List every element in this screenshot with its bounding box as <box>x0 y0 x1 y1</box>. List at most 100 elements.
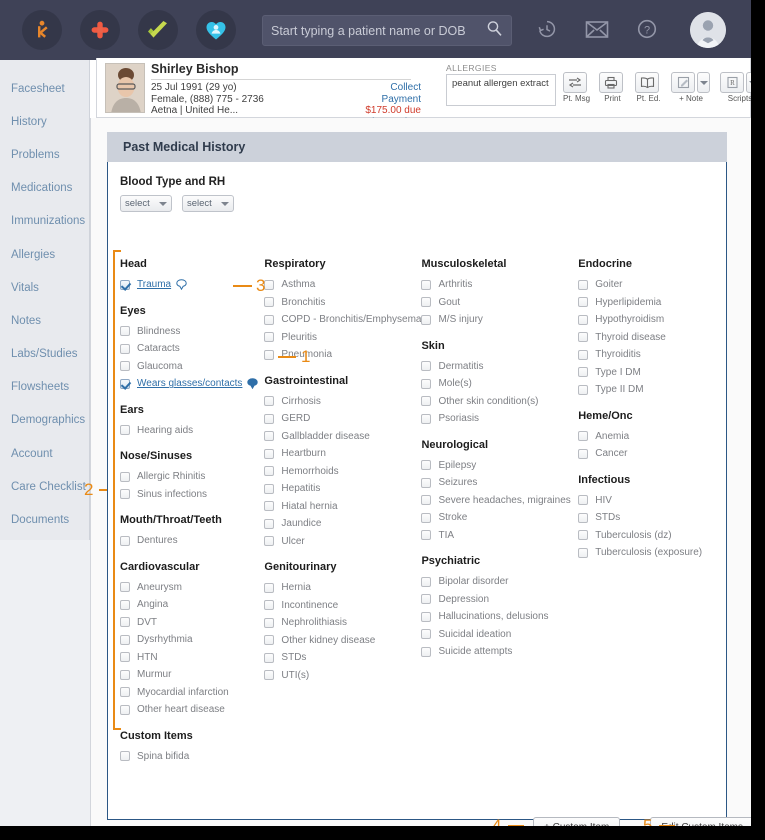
condition-checkbox-row[interactable]: Dentures <box>120 532 264 550</box>
sidebar-item-account[interactable]: Account <box>0 437 89 470</box>
sidebar-item-notes[interactable]: Notes <box>0 304 89 337</box>
checkbox-unchecked[interactable] <box>120 704 130 715</box>
checkbox-unchecked[interactable] <box>421 297 432 308</box>
condition-checkbox-row[interactable]: Epilepsy <box>421 457 578 475</box>
condition-checkbox-row[interactable]: Tuberculosis (dz) <box>578 527 716 545</box>
checkbox-unchecked[interactable] <box>120 535 130 546</box>
printer-icon[interactable] <box>599 72 623 93</box>
condition-checkbox-row[interactable]: Hiatal hernia <box>264 498 421 516</box>
history-clock-icon[interactable] <box>533 14 561 44</box>
condition-checkbox-row[interactable]: Type II DM <box>578 381 716 399</box>
checkbox-unchecked[interactable] <box>421 279 432 290</box>
checkbox-unchecked[interactable] <box>120 599 130 610</box>
sidebar-item-immunizations[interactable]: Immunizations <box>0 205 89 238</box>
checkbox-unchecked[interactable] <box>421 646 432 657</box>
condition-checkbox-row[interactable]: UTI(s) <box>264 667 421 685</box>
condition-checkbox-row[interactable]: Angina <box>120 596 264 614</box>
search-input-placeholder[interactable]: Start typing a patient name or DOB <box>271 24 486 38</box>
checkbox-unchecked[interactable] <box>578 495 589 506</box>
checkbox-unchecked[interactable] <box>120 326 130 337</box>
sidebar-item-demographics[interactable]: Demographics <box>0 404 89 437</box>
sidebar-item-facesheet[interactable]: Facesheet <box>0 72 89 105</box>
condition-checkbox-row[interactable]: Seizures <box>421 474 578 492</box>
sidebar-item-care-checklist[interactable]: Care Checklist <box>0 470 89 503</box>
condition-checkbox-row[interactable]: Tuberculosis (exposure) <box>578 544 716 562</box>
toolbar-item-pt-ed[interactable]: Pt. Ed. <box>635 72 662 103</box>
checkbox-unchecked[interactable] <box>421 530 432 541</box>
patient-search-box[interactable]: Start typing a patient name or DOB <box>262 15 512 46</box>
condition-checkbox-row[interactable]: Hyperlipidemia <box>578 294 716 312</box>
checkbox-unchecked[interactable] <box>120 687 130 698</box>
condition-checkbox-row[interactable]: Spina bifida <box>120 748 264 766</box>
checkbox-unchecked[interactable] <box>421 611 432 622</box>
checkbox-unchecked[interactable] <box>421 413 432 424</box>
checkbox-unchecked[interactable] <box>120 471 130 482</box>
condition-label[interactable]: Trauma <box>137 279 171 290</box>
blood-type-select[interactable]: select <box>120 195 172 212</box>
cross-logo-icon[interactable] <box>80 10 120 50</box>
condition-checkbox-row[interactable]: Hernia <box>264 579 421 597</box>
condition-checkbox-row[interactable]: Other heart disease <box>120 701 264 719</box>
checkbox-unchecked[interactable] <box>578 297 589 308</box>
checkbox-unchecked[interactable] <box>120 489 130 500</box>
checkbox-unchecked[interactable] <box>421 629 432 640</box>
toolbar-item-print[interactable]: Print <box>599 72 626 103</box>
condition-checkbox-row[interactable]: Goiter <box>578 276 716 294</box>
checkbox-unchecked[interactable] <box>120 634 130 645</box>
condition-checkbox-row[interactable]: Other skin condition(s) <box>421 393 578 411</box>
checkbox-unchecked[interactable] <box>264 279 275 290</box>
condition-checkbox-row[interactable]: Hearing aids <box>120 422 264 440</box>
sidebar-item-labs-studies[interactable]: Labs/Studies <box>0 338 89 371</box>
checkbox-unchecked[interactable] <box>264 314 275 325</box>
checkbox-unchecked[interactable] <box>578 367 589 378</box>
condition-checkbox-row[interactable]: Severe headaches, migraines <box>421 492 578 510</box>
condition-checkbox-row[interactable]: Wears glasses/contacts <box>120 375 264 393</box>
condition-checkbox-row[interactable]: STDs <box>578 509 716 527</box>
checkbox-unchecked[interactable] <box>578 547 589 558</box>
condition-checkbox-row[interactable]: Bipolar disorder <box>421 573 578 591</box>
checkbox-unchecked[interactable] <box>264 670 275 681</box>
condition-checkbox-row[interactable]: Mole(s) <box>421 375 578 393</box>
condition-checkbox-row[interactable]: Allergic Rhinitis <box>120 468 264 486</box>
checkbox-unchecked[interactable] <box>264 431 275 442</box>
checkbox-unchecked[interactable] <box>421 477 432 488</box>
checkbox-unchecked[interactable] <box>421 396 432 407</box>
toolbar-item-add-note[interactable]: + Note <box>671 72 711 103</box>
sidebar-item-allergies[interactable]: Allergies <box>0 238 89 271</box>
checkbox-unchecked[interactable] <box>421 361 432 372</box>
checkbox-unchecked[interactable] <box>578 431 589 442</box>
checkbox-unchecked[interactable] <box>120 582 130 593</box>
condition-checkbox-row[interactable]: STDs <box>264 649 421 667</box>
condition-checkbox-row[interactable]: COPD - Bronchitis/Emphysema <box>264 311 421 329</box>
checkbox-unchecked[interactable] <box>120 751 130 762</box>
condition-checkbox-row[interactable]: Cirrhosis <box>264 393 421 411</box>
checkbox-unchecked[interactable] <box>421 576 432 587</box>
message-exchange-icon[interactable] <box>563 72 587 93</box>
checkbox-unchecked[interactable] <box>264 536 275 547</box>
condition-label[interactable]: Wears glasses/contacts <box>137 378 242 389</box>
condition-checkbox-row[interactable]: Pneumonia <box>264 346 421 364</box>
condition-checkbox-row[interactable]: Sinus infections <box>120 486 264 504</box>
condition-checkbox-row[interactable]: Gallbladder disease <box>264 428 421 446</box>
checkbox-unchecked[interactable] <box>264 396 275 407</box>
checkbox-unchecked[interactable] <box>578 314 589 325</box>
checkbox-unchecked[interactable] <box>578 530 589 541</box>
condition-checkbox-row[interactable]: Bronchitis <box>264 294 421 312</box>
rx-icon[interactable]: R <box>720 72 744 93</box>
help-question-icon[interactable]: ? <box>633 14 661 44</box>
condition-checkbox-row[interactable]: M/S injury <box>421 311 578 329</box>
checkbox-unchecked[interactable] <box>264 413 275 424</box>
condition-checkbox-row[interactable]: Hallucinations, delusions <box>421 608 578 626</box>
sidebar-item-problems[interactable]: Problems <box>0 138 89 171</box>
user-avatar-icon[interactable] <box>690 12 726 48</box>
condition-checkbox-row[interactable]: Murmur <box>120 666 264 684</box>
condition-checkbox-row[interactable]: Thyroid disease <box>578 329 716 347</box>
condition-checkbox-row[interactable]: Glaucoma <box>120 358 264 376</box>
check-logo-icon[interactable] <box>138 10 178 50</box>
envelope-icon[interactable] <box>583 14 611 44</box>
condition-checkbox-row[interactable]: Heartburn <box>264 445 421 463</box>
sidebar-item-medications[interactable]: Medications <box>0 172 89 205</box>
checkbox-unchecked[interactable] <box>264 635 275 646</box>
condition-checkbox-row[interactable]: Aneurysm <box>120 579 264 597</box>
checkbox-unchecked[interactable] <box>578 384 589 395</box>
